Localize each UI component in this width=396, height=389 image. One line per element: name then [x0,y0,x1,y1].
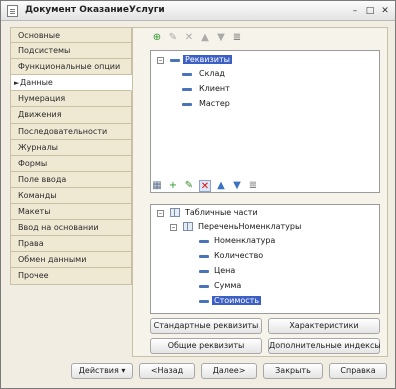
tree-item[interactable]: Цена [214,265,235,277]
sidebar-item-subsystems[interactable]: Подсистемы [10,43,132,60]
sidebar-item-data-exchange[interactable]: Обмен данными [10,252,132,269]
sidebar-item-commands[interactable]: Команды [10,187,132,205]
move-up-icon[interactable]: ▲ [199,32,211,44]
sidebar-item-rights[interactable]: Права [10,236,132,253]
window-title: Документ ОказаниеУслуги [25,5,165,15]
tree-section[interactable]: ПереченьНоменклатуры [198,221,301,233]
sidebar-item-other[interactable]: Прочее [10,268,132,285]
sidebar-item-label: Данные [20,78,53,88]
edit-icon[interactable]: ✎ [183,180,195,192]
sidebar-item-functional-options[interactable]: Функциональные опции [10,59,132,76]
attribute-icon [199,285,209,288]
tree-item[interactable]: Клиент [199,83,230,95]
dropdown-arrow-icon: ▾ [121,366,126,375]
data-panel: ⊕ ✎ ✕ ▲ ▼ ≣ – Реквизиты Склад Клиент Мас… [132,27,388,357]
actions-button[interactable]: Действия ▾ [71,363,133,379]
tree-root-attributes[interactable]: Реквизиты [183,54,232,66]
attribute-icon [199,240,209,243]
move-down-icon[interactable]: ▼ [215,32,227,44]
table-icon [183,222,193,231]
table-icon [170,208,180,217]
move-up-icon[interactable]: ▲ [215,180,227,192]
tree-root-tabular-parts[interactable]: Табличные части [185,207,258,219]
sidebar-item-journals[interactable]: Журналы [10,139,132,156]
sidebar-item-templates[interactable]: Макеты [10,204,132,221]
back-button[interactable]: <Назад [139,363,195,379]
tree-root-label: Реквизиты [183,55,232,64]
editor-window: Документ ОказаниеУслуги – □ ✕ Основные П… [0,0,396,389]
extra-indexes-button[interactable]: Дополнительные индексы [268,338,381,354]
title-bar: Документ ОказаниеУслуги – □ ✕ [1,1,395,21]
restore-button[interactable]: □ [364,5,376,17]
tree-item[interactable]: Склад [199,68,225,80]
sidebar-item-forms[interactable]: Формы [10,155,132,172]
help-button[interactable]: Справка [329,363,387,379]
attribute-group-icon [170,59,180,62]
attribute-icon [199,255,209,258]
sidebar-item-main[interactable]: Основные [10,27,132,44]
minimize-button[interactable]: – [349,5,361,17]
sidebar-item-sequences[interactable]: Последовательности [10,123,132,140]
delete-icon[interactable]: ✕ [199,180,211,192]
actions-label: Действия [78,366,119,375]
sort-icon[interactable]: ≣ [231,32,243,44]
attributes-tree: – Реквизиты Склад Клиент Мастер [150,50,380,193]
add-row-icon[interactable]: + [167,180,179,192]
tabular-parts-tree: – Табличные части – ПереченьНоменклатуры… [150,204,380,314]
tree-item[interactable]: Номенклатура [214,235,275,247]
sidebar-item-numbering[interactable]: Нумерация [10,91,132,108]
tree-item[interactable]: Мастер [199,98,230,110]
tree-item-selected[interactable]: Стоимость [212,295,262,307]
collapse-icon[interactable]: – [157,210,164,217]
standard-attributes-button[interactable]: Стандартные реквизиты [150,318,262,334]
common-attributes-button[interactable]: Общие реквизиты [150,338,262,354]
attribute-icon [182,88,192,91]
tree-item-label: Стоимость [212,296,262,305]
next-button[interactable]: Далее> [201,363,257,379]
close-window-button[interactable]: ✕ [379,5,391,17]
add-table-icon[interactable]: ▦ [151,180,163,192]
tree-item[interactable]: Количество [214,250,263,262]
add-icon[interactable]: ⊕ [151,32,163,44]
edit-icon[interactable]: ✎ [167,32,179,44]
sidebar-item-input-based-on[interactable]: Ввод на основании [10,220,132,237]
sidebar-nav: Основные Подсистемы Функциональные опции… [10,27,132,285]
move-down-icon[interactable]: ▼ [231,180,243,192]
attribute-icon [182,73,192,76]
collapse-icon[interactable]: – [170,224,177,231]
close-button[interactable]: Закрыть [263,363,323,379]
characteristics-button[interactable]: Характеристики [268,318,380,334]
sidebar-item-movements[interactable]: Движения [10,107,132,124]
sort-icon[interactable]: ≣ [247,180,259,192]
sidebar-item-data[interactable]: ►Данные [10,75,132,92]
collapse-icon[interactable]: – [157,57,164,64]
attribute-icon [182,103,192,106]
document-icon [7,5,18,17]
delete-icon[interactable]: ✕ [183,32,195,44]
sidebar-item-input-field[interactable]: Поле ввода [10,171,132,188]
attribute-icon [199,300,209,303]
tree-item[interactable]: Сумма [214,280,241,292]
attribute-icon [199,270,209,273]
